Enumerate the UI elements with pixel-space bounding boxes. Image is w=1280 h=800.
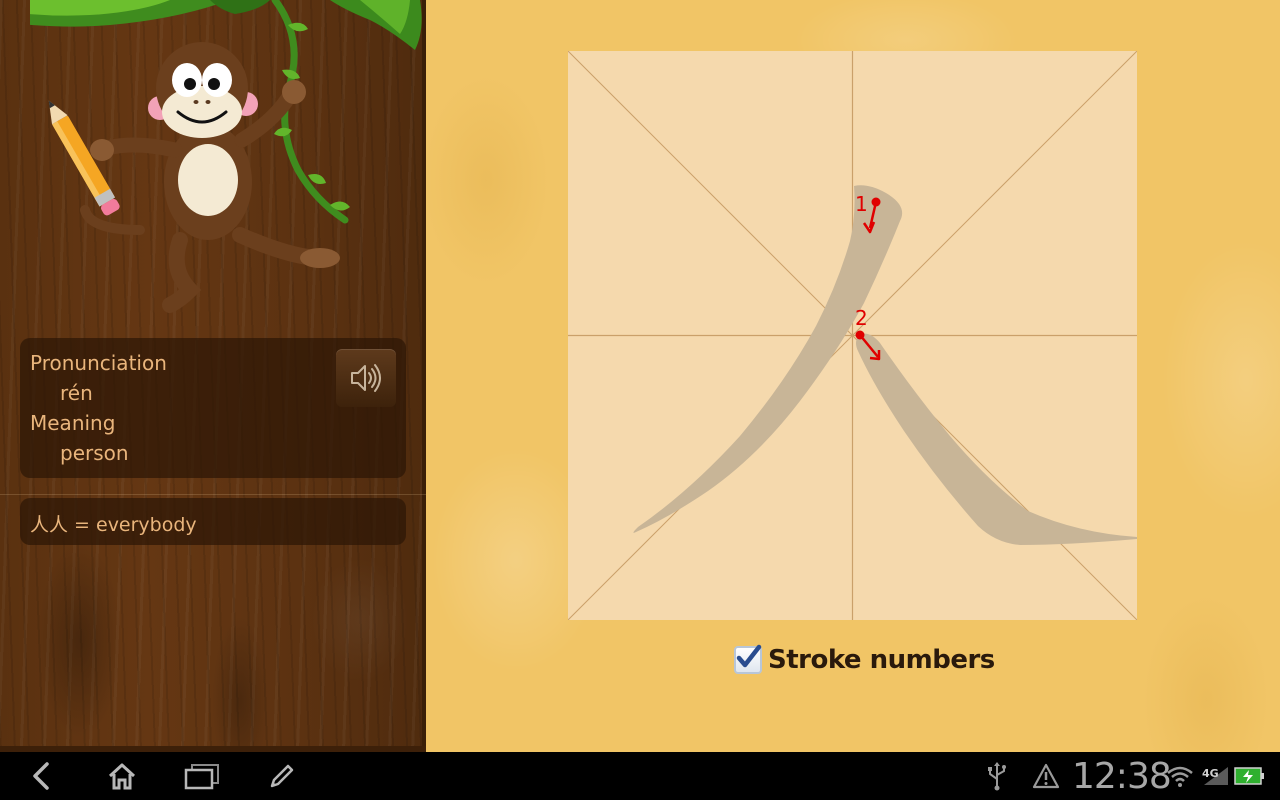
meaning-value: person [60, 441, 129, 465]
checkmark-icon [736, 644, 762, 668]
recent-apps-button[interactable] [172, 752, 232, 800]
status-clock: 12:38 [1072, 756, 1172, 797]
stroke-numbers-label[interactable]: Stroke numbers [768, 645, 995, 675]
back-icon [33, 762, 49, 790]
home-icon [108, 763, 136, 790]
stroke-2-number: 2 [855, 306, 868, 330]
stroke-order-board[interactable]: 1 2 [568, 51, 1137, 620]
stroke-numbers-toggle[interactable]: Stroke numbers [734, 642, 995, 678]
4g-signal-icon: 4G [1202, 767, 1228, 785]
recent-apps-icon [184, 764, 219, 790]
pronunciation-value: rén [60, 381, 93, 405]
stroke-numbers-checkbox[interactable] [734, 644, 762, 674]
pronunciation-meaning-card: Pronunciation rén Meaning person [20, 338, 406, 478]
warning-icon [1032, 763, 1060, 789]
home-button[interactable] [92, 752, 152, 800]
monkey-mascot-illustration [30, 0, 422, 313]
warning-status [1032, 760, 1060, 792]
meaning-label: Meaning [30, 411, 116, 435]
example-word: 人人 = everybody [30, 514, 197, 536]
monkey [48, 42, 340, 313]
usb-icon [988, 762, 1006, 791]
pencil-icon [270, 764, 294, 788]
play-pronunciation-button[interactable] [336, 349, 396, 407]
divider [0, 494, 426, 495]
stroke-practice-area: 1 2 Stroke numbers [426, 0, 1280, 752]
character-stroke-2 [856, 333, 1137, 545]
jungle-leaves [30, 0, 422, 50]
network-type: 4G [1202, 767, 1219, 780]
pronunciation-label: Pronunciation [30, 351, 167, 375]
wifi-icon [1167, 766, 1193, 787]
speaker-icon [351, 364, 381, 392]
battery-status [1234, 760, 1266, 792]
wifi-status [1166, 760, 1194, 792]
usb-status [986, 760, 1008, 792]
stroke-1-number: 1 [855, 192, 868, 216]
system-navigation-bar: 12:38 4G [0, 752, 1280, 800]
example-word-card: 人人 = everybody [20, 498, 406, 545]
character-info-panel: Pronunciation rén Meaning person 人人 = ev… [0, 0, 426, 752]
battery-icon [1234, 767, 1264, 785]
back-button[interactable] [12, 752, 72, 800]
draw-button[interactable] [252, 752, 312, 800]
cellular-status: 4G [1200, 760, 1232, 792]
